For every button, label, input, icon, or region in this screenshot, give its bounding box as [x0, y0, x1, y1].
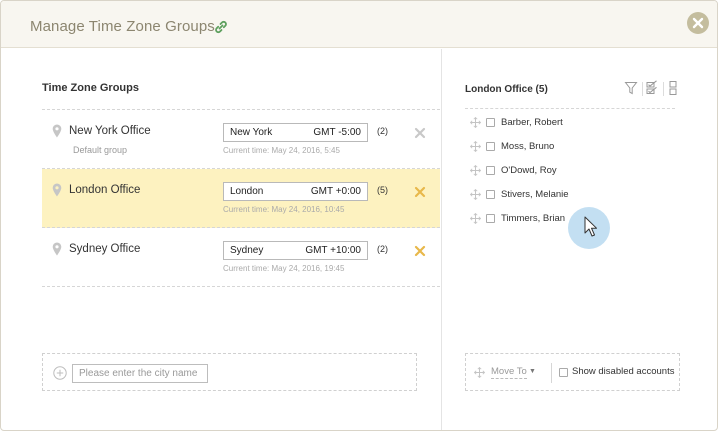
member-checkbox[interactable]: [486, 190, 495, 199]
close-icon: [692, 17, 704, 29]
member-name: Moss, Bruno: [501, 141, 555, 152]
groups-section-title: Time Zone Groups: [42, 82, 139, 94]
member-name: Stivers, Melanie: [501, 189, 569, 200]
map-pin-icon: [52, 242, 62, 256]
toolbar-divider: [663, 82, 664, 96]
member-count: (2): [377, 244, 388, 254]
time-zone-selector[interactable]: Sydney GMT +10:00: [223, 241, 368, 260]
member-name: O'Dowd, Roy: [501, 165, 557, 176]
members-toolbar: [622, 80, 702, 98]
drag-handle-icon[interactable]: [470, 189, 481, 200]
chevron-down-icon[interactable]: ▼: [529, 368, 536, 375]
dialog-header: Manage Time Zone Groups: [1, 1, 717, 48]
time-zone-offset: GMT -5:00: [313, 127, 361, 138]
check-all-icon[interactable]: [645, 80, 659, 96]
remove-group-icon[interactable]: [414, 245, 426, 257]
time-zone-city: London: [230, 186, 264, 197]
remove-group-icon[interactable]: [414, 127, 426, 139]
current-time: Current time: May 24, 2016, 5:45: [223, 146, 340, 155]
time-zone-offset: GMT +10:00: [305, 245, 361, 256]
group-default-label: Default group: [73, 145, 128, 155]
member-count: (2): [377, 126, 388, 136]
members-divider: [465, 108, 675, 109]
time-zone-city: New York: [230, 127, 273, 138]
show-disabled-label[interactable]: Show disabled accounts: [572, 366, 674, 377]
group-row-london[interactable]: London Office London GMT +0:00 Current t…: [42, 169, 440, 228]
map-pin-icon: [52, 183, 62, 197]
member-checkbox[interactable]: [486, 214, 495, 223]
member-name: Barber, Robert: [501, 117, 563, 128]
manage-time-zone-groups-dialog: Manage Time Zone Groups Time Zone Groups…: [0, 0, 718, 431]
group-name: London Office: [69, 184, 141, 196]
toolbar-divider: [642, 82, 643, 96]
member-checkbox[interactable]: [486, 142, 495, 151]
link-icon[interactable]: [213, 20, 229, 34]
member-count: (5): [377, 185, 388, 195]
list-item[interactable]: Stivers, Melanie: [470, 184, 690, 208]
mouse-cursor-icon: [584, 216, 597, 237]
member-checkbox[interactable]: [486, 118, 495, 127]
group-row-new-york[interactable]: New York Office Default group New York G…: [42, 110, 440, 169]
add-city-area: [42, 353, 417, 391]
move-icon: [474, 367, 485, 378]
group-name: Sydney Office: [69, 243, 141, 255]
time-zone-selector[interactable]: London GMT +0:00: [223, 182, 368, 201]
drag-handle-icon[interactable]: [470, 141, 481, 152]
columns-icon[interactable]: [666, 80, 680, 96]
time-zone-offset: GMT +0:00: [310, 186, 361, 197]
members-panel-title: London Office (5): [465, 84, 548, 95]
close-button[interactable]: [687, 12, 709, 34]
drag-handle-icon[interactable]: [470, 117, 481, 128]
show-disabled-checkbox[interactable]: [559, 368, 568, 377]
groups-panel: Time Zone Groups New York Office Default…: [1, 49, 441, 430]
remove-group-icon[interactable]: [414, 186, 426, 198]
bottom-bar-divider: [551, 363, 552, 383]
member-name: Timmers, Brian: [501, 213, 566, 224]
groups-list: New York Office Default group New York G…: [42, 109, 440, 287]
city-search-input[interactable]: [72, 364, 208, 383]
list-item[interactable]: O'Dowd, Roy: [470, 160, 690, 184]
list-item[interactable]: Moss, Bruno: [470, 136, 690, 160]
current-time: Current time: May 24, 2016, 19:45: [223, 264, 345, 273]
group-row-sydney[interactable]: Sydney Office Sydney GMT +10:00 Current …: [42, 228, 440, 287]
time-zone-selector[interactable]: New York GMT -5:00: [223, 123, 368, 142]
members-bottom-bar: Move To ▼ Show disabled accounts: [465, 353, 680, 391]
list-item[interactable]: Barber, Robert: [470, 112, 690, 136]
add-circle-icon[interactable]: [53, 366, 67, 380]
member-checkbox[interactable]: [486, 166, 495, 175]
current-time: Current time: May 24, 2016, 10:45: [223, 205, 345, 214]
drag-handle-icon[interactable]: [470, 165, 481, 176]
drag-handle-icon[interactable]: [470, 213, 481, 224]
group-name: New York Office: [69, 125, 151, 137]
filter-icon[interactable]: [624, 80, 638, 96]
map-pin-icon: [52, 124, 62, 138]
time-zone-city: Sydney: [230, 245, 264, 256]
dialog-title: Manage Time Zone Groups: [30, 18, 215, 35]
move-to-dropdown[interactable]: Move To: [491, 366, 527, 379]
